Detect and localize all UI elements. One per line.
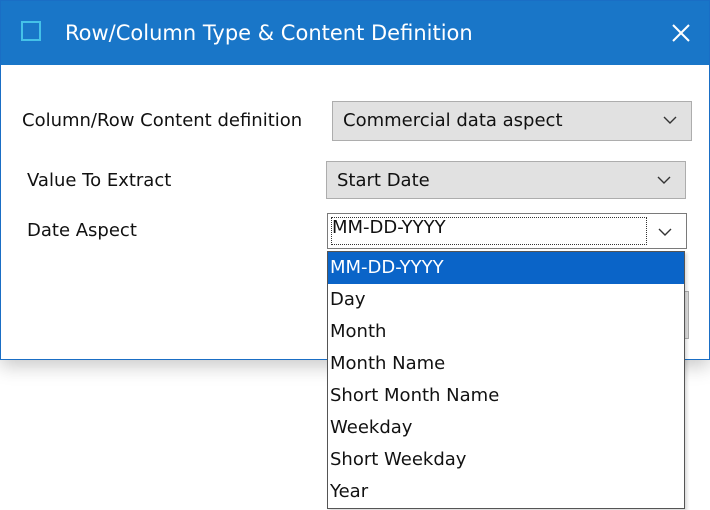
content-definition-select[interactable]: Commercial data aspect xyxy=(332,101,692,141)
chevron-down-icon xyxy=(658,228,672,236)
dropdown-option[interactable]: Weekday xyxy=(328,412,684,444)
dropdown-option[interactable]: Month xyxy=(328,316,684,348)
value-to-extract-label: Value To Extract xyxy=(27,170,172,191)
chevron-down-icon xyxy=(663,116,677,124)
value-to-extract-value: Start Date xyxy=(337,170,430,191)
date-aspect-select[interactable]: MM-DD-YYYY xyxy=(327,213,687,249)
dropdown-option[interactable]: Year xyxy=(328,476,684,508)
content-definition-value: Commercial data aspect xyxy=(343,110,563,131)
window-icon xyxy=(21,21,41,41)
dropdown-option[interactable]: Month Name xyxy=(328,348,684,380)
close-button[interactable] xyxy=(653,1,709,65)
window-title: Row/Column Type & Content Definition xyxy=(65,21,473,45)
dropdown-option[interactable]: Short Month Name xyxy=(328,380,684,412)
close-icon xyxy=(672,24,690,42)
date-aspect-dropdown-list: MM-DD-YYYY Day Month Month Name Short Month … xyxy=(327,251,685,509)
date-aspect-label: Date Aspect xyxy=(27,220,137,241)
content-definition-label: Column/Row Content definition xyxy=(22,110,303,131)
date-aspect-value: MM-DD-YYYY xyxy=(332,217,446,238)
dropdown-option[interactable]: Short Weekday xyxy=(328,444,684,476)
dropdown-option[interactable]: Day xyxy=(328,284,684,316)
chevron-down-icon xyxy=(657,176,671,184)
dropdown-option[interactable]: MM-DD-YYYY xyxy=(328,252,684,284)
value-to-extract-select[interactable]: Start Date xyxy=(326,161,686,199)
title-bar[interactable]: Row/Column Type & Content Definition xyxy=(1,1,709,65)
